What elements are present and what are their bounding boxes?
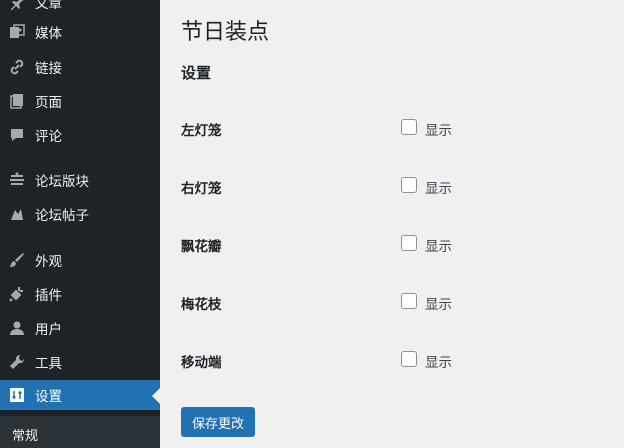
sidebar-item-media[interactable]: 媒体 bbox=[0, 17, 160, 47]
pin-icon bbox=[8, 0, 26, 11]
setting-row-plum-branch: 梅花枝 显示 bbox=[181, 290, 601, 314]
sidebar-item-posts[interactable]: 文章 bbox=[0, 0, 160, 17]
setting-label: 飘花瓣 bbox=[181, 239, 222, 255]
plugin-icon bbox=[8, 285, 26, 303]
sidebar-item-label: 插件 bbox=[35, 288, 62, 304]
show-checkbox[interactable] bbox=[401, 293, 417, 309]
sidebar-item-label: 外观 bbox=[35, 254, 62, 270]
sidebar-item-pages[interactable]: 页面 bbox=[0, 86, 160, 116]
checkbox-label[interactable]: 显示 bbox=[425, 119, 452, 139]
sidebar-item-tools[interactable]: 工具 bbox=[0, 347, 160, 377]
sidebar-item-links[interactable]: 链接 bbox=[0, 52, 160, 82]
sidebar-item-label: 媒体 bbox=[35, 26, 62, 42]
sidebar-item-label: 用户 bbox=[35, 322, 62, 338]
media-icon bbox=[8, 23, 26, 41]
checkbox-label[interactable]: 显示 bbox=[425, 351, 452, 371]
show-checkbox[interactable] bbox=[401, 119, 417, 135]
save-changes-button[interactable]: 保存更改 bbox=[181, 407, 255, 437]
page-icon bbox=[8, 92, 26, 110]
settings-submenu: 常规 bbox=[0, 416, 160, 448]
setting-label: 右灯笼 bbox=[181, 181, 222, 197]
user-icon bbox=[8, 319, 26, 337]
admin-sidebar: 文章 媒体 链接 页面 评论 论坛版块 论坛帖子 外观 插件 用户 工具 设置 … bbox=[0, 0, 160, 448]
wrench-icon bbox=[8, 353, 26, 371]
setting-label: 梅花枝 bbox=[181, 297, 222, 313]
sidebar-item-plugins[interactable]: 插件 bbox=[0, 279, 160, 309]
section-title: 设置 bbox=[181, 64, 212, 82]
setting-row-left-lantern: 左灯笼 显示 bbox=[181, 116, 601, 140]
sidebar-item-label: 设置 bbox=[35, 389, 62, 405]
sidebar-item-label: 页面 bbox=[35, 95, 62, 111]
sidebar-item-label: 工具 bbox=[35, 356, 62, 372]
setting-label: 左灯笼 bbox=[181, 123, 222, 139]
checkbox-label[interactable]: 显示 bbox=[425, 177, 452, 197]
sidebar-item-forums[interactable]: 论坛版块 bbox=[0, 165, 160, 195]
setting-row-petals: 飘花瓣 显示 bbox=[181, 232, 601, 256]
sidebar-item-appearance[interactable]: 外观 bbox=[0, 245, 160, 275]
link-icon bbox=[8, 58, 26, 76]
comment-icon bbox=[8, 126, 26, 144]
sidebar-item-users[interactable]: 用户 bbox=[0, 313, 160, 343]
settings-icon bbox=[8, 386, 26, 404]
main-content: 节日装点 设置 左灯笼 显示 右灯笼 显示 飘花瓣 显示 梅花枝 显示 移动端 … bbox=[160, 0, 624, 448]
page-title: 节日装点 bbox=[181, 20, 270, 45]
sidebar-item-label: 论坛帖子 bbox=[35, 208, 89, 224]
sidebar-item-label: 文章 bbox=[35, 0, 62, 12]
sidebar-item-comments[interactable]: 评论 bbox=[0, 120, 160, 150]
setting-row-right-lantern: 右灯笼 显示 bbox=[181, 174, 601, 198]
topic-icon bbox=[8, 205, 26, 223]
sidebar-item-label: 评论 bbox=[35, 129, 62, 145]
setting-row-mobile: 移动端 显示 bbox=[181, 348, 601, 372]
checkbox-label[interactable]: 显示 bbox=[425, 293, 452, 313]
forum-icon bbox=[8, 171, 26, 189]
sidebar-item-topics[interactable]: 论坛帖子 bbox=[0, 199, 160, 229]
brush-icon bbox=[8, 251, 26, 269]
show-checkbox[interactable] bbox=[401, 177, 417, 193]
submenu-item-general[interactable]: 常规 bbox=[12, 425, 38, 444]
sidebar-item-settings[interactable]: 设置 bbox=[0, 380, 160, 410]
sidebar-item-label: 链接 bbox=[35, 61, 62, 77]
show-checkbox[interactable] bbox=[401, 235, 417, 251]
sidebar-item-label: 论坛版块 bbox=[35, 174, 89, 190]
checkbox-label[interactable]: 显示 bbox=[425, 235, 452, 255]
show-checkbox[interactable] bbox=[401, 351, 417, 367]
setting-label: 移动端 bbox=[181, 355, 222, 371]
